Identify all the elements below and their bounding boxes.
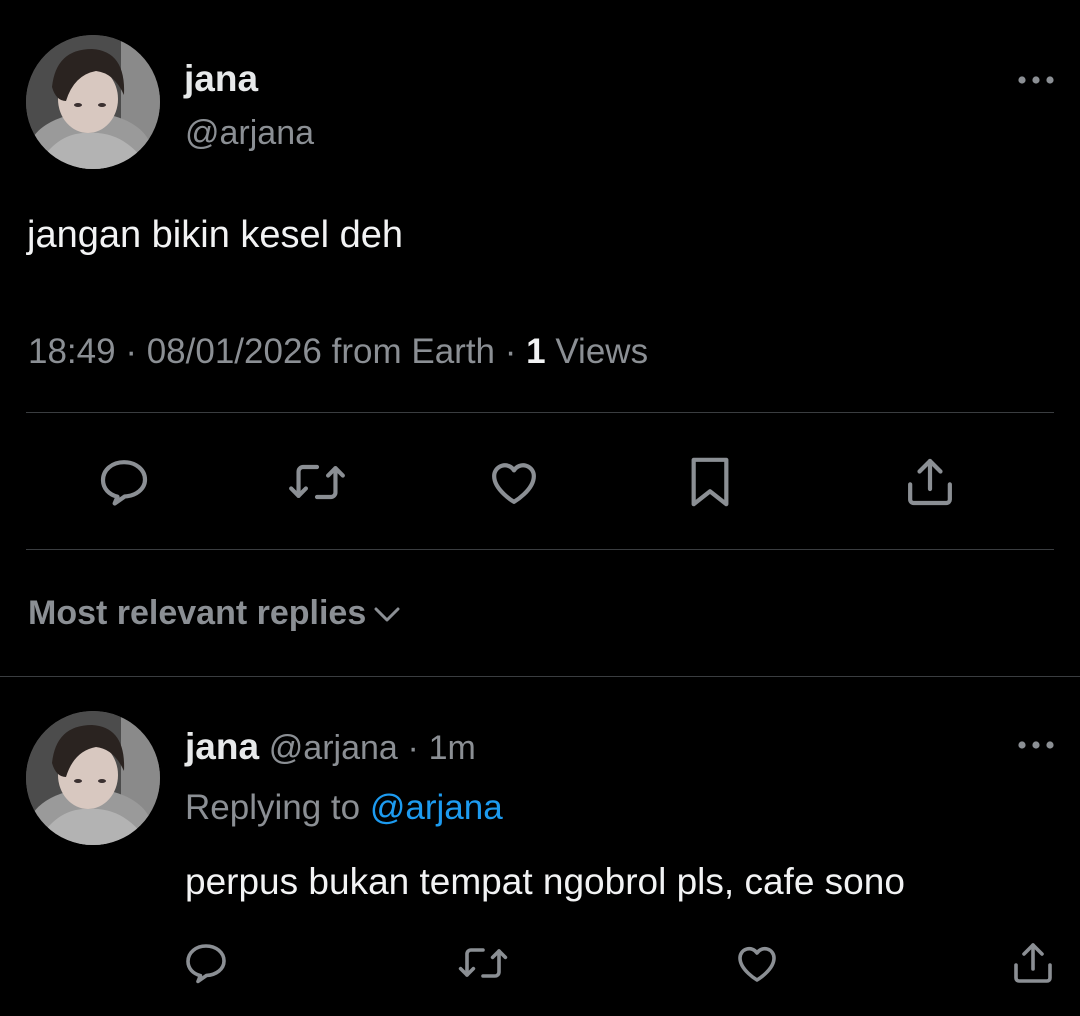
more-options-icon[interactable] bbox=[1016, 74, 1056, 86]
views-label[interactable]: Views bbox=[555, 332, 648, 371]
retweet-button[interactable] bbox=[286, 451, 348, 513]
avatar-image bbox=[26, 711, 160, 845]
share-button[interactable] bbox=[1006, 936, 1060, 990]
retweet-icon bbox=[289, 464, 345, 500]
reply-age[interactable]: 1m bbox=[429, 729, 476, 767]
chevron-down-icon bbox=[374, 607, 400, 621]
reply-author-handle[interactable]: @arjana bbox=[269, 729, 398, 767]
tweet-text: jangan bikin kesel deh bbox=[27, 214, 404, 256]
author-name[interactable]: jana bbox=[184, 58, 258, 100]
share-icon bbox=[908, 458, 952, 506]
divider bbox=[26, 412, 1054, 413]
bookmark-button[interactable] bbox=[679, 451, 741, 513]
replies-sort-dropdown[interactable]: Most relevant replies bbox=[28, 594, 402, 633]
more-options-icon[interactable] bbox=[1016, 739, 1056, 751]
share-button[interactable] bbox=[899, 451, 961, 513]
meta-separator: · bbox=[407, 729, 419, 767]
reply-avatar[interactable] bbox=[26, 711, 160, 845]
reply-icon bbox=[186, 944, 226, 984]
replying-to-label: Replying to bbox=[185, 788, 361, 827]
tweet-time: 18:49 bbox=[28, 332, 116, 371]
views-count[interactable]: 1 bbox=[526, 332, 545, 371]
like-icon bbox=[738, 946, 776, 982]
author-handle[interactable]: @arjana bbox=[185, 114, 314, 153]
meta-separator: · bbox=[504, 332, 517, 371]
reply-icon bbox=[100, 460, 148, 506]
replying-to: Replying to @arjana bbox=[185, 788, 503, 828]
retweet-icon bbox=[458, 948, 508, 978]
share-icon bbox=[1014, 943, 1052, 983]
retweet-button[interactable] bbox=[456, 936, 510, 990]
divider bbox=[26, 549, 1054, 550]
reply-button[interactable] bbox=[179, 936, 233, 990]
tweet-source: from Earth bbox=[331, 332, 496, 371]
replying-to-handle[interactable]: @arjana bbox=[370, 788, 503, 827]
divider bbox=[0, 676, 1080, 677]
like-icon bbox=[492, 463, 536, 504]
avatar[interactable] bbox=[26, 35, 160, 169]
reply-header: jana @arjana · 1m bbox=[185, 726, 476, 768]
tweet-meta: 18:49 · 08/01/2026 from Earth · 1 Views bbox=[28, 332, 648, 372]
like-button[interactable] bbox=[483, 451, 545, 513]
meta-separator: · bbox=[125, 332, 137, 371]
reply-author-name[interactable]: jana bbox=[185, 726, 259, 767]
tweet-date: 08/01/2026 bbox=[146, 332, 322, 371]
like-button[interactable] bbox=[730, 936, 784, 990]
reply-button[interactable] bbox=[93, 451, 155, 513]
bookmark-icon bbox=[691, 457, 729, 507]
replies-sort-label: Most relevant replies bbox=[28, 594, 367, 632]
reply-text: perpus bukan tempat ngobrol pls, cafe so… bbox=[185, 861, 905, 902]
avatar-image bbox=[26, 35, 160, 169]
